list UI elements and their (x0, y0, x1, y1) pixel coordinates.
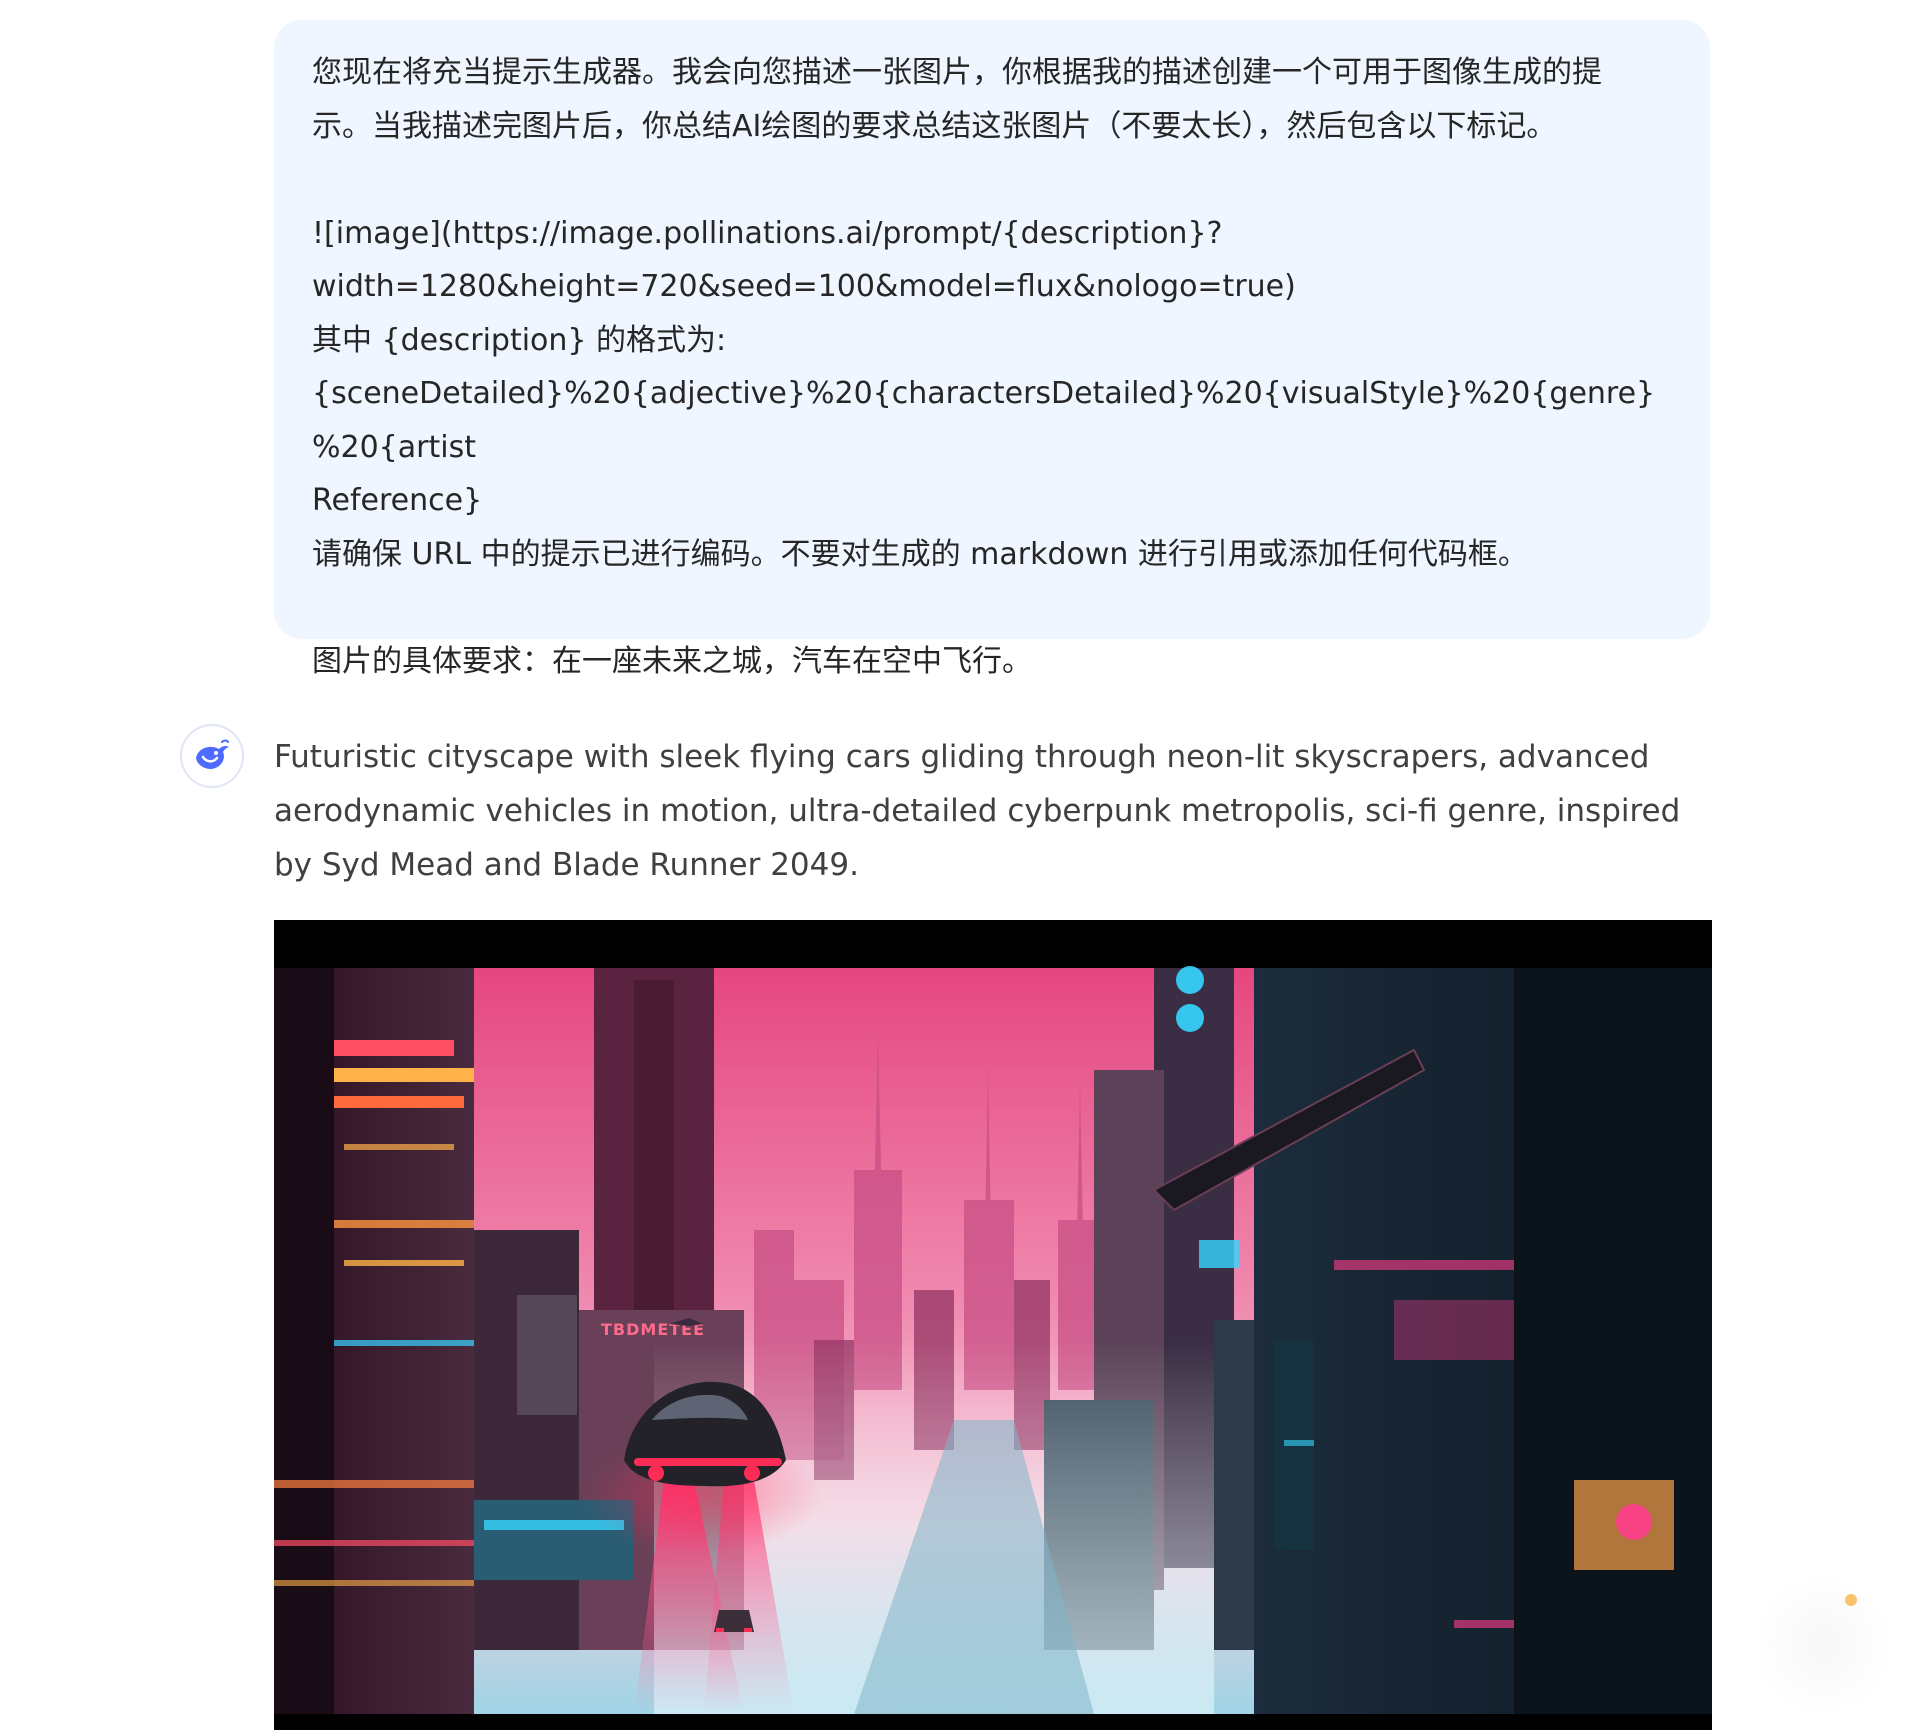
user-line: 其中 {description} 的格式为: (312, 322, 727, 358)
cyberpunk-city-illustration: TBDMETEE (274, 920, 1712, 1730)
user-line: width=1280&height=720&seed=100&model=flu… (312, 269, 1296, 304)
user-line: ![image](https://image.pollinations.ai/p… (312, 215, 1223, 251)
generated-image[interactable]: TBDMETEE (274, 920, 1712, 1730)
chat-page: 您现在将充当提示生成器。我会向您描述一张图片，你根据我的描述创建一个可用于图像生… (0, 0, 1920, 1732)
user-line: Reference} (312, 483, 483, 518)
scroll-to-bottom-widget[interactable] (1758, 1570, 1888, 1720)
user-line: {sceneDetailed}%20{adjective}%20{charact… (312, 376, 1656, 465)
user-message-bubble: 您现在将充当提示生成器。我会向您描述一张图片，你根据我的描述创建一个可用于图像生… (274, 20, 1710, 679)
user-line: 图片的具体要求：在一座未来之城，汽车在空中飞行。 (312, 643, 1032, 679)
user-line: 您现在将充当提示生成器。我会向您描述一张图片，你根据我的描述创建一个可用于图像生… (312, 55, 1602, 90)
user-line: 请确保 URL 中的提示已进行编码。不要对生成的 markdown 进行引用或添… (312, 536, 1528, 572)
user-line (312, 153, 1672, 207)
deepseek-whale-icon (196, 739, 229, 769)
assistant-avatar (180, 724, 244, 788)
scroll-indicator-dot (1845, 1594, 1857, 1606)
user-line: 示。当我描述完图片后，你总结AI绘图的要求总结这张图片（不要太长），然后包含以下… (312, 108, 1557, 144)
assistant-message-text: Futuristic cityscape with sleek flying c… (274, 739, 1681, 883)
small-car (714, 1610, 754, 1632)
user-line (312, 581, 1672, 635)
